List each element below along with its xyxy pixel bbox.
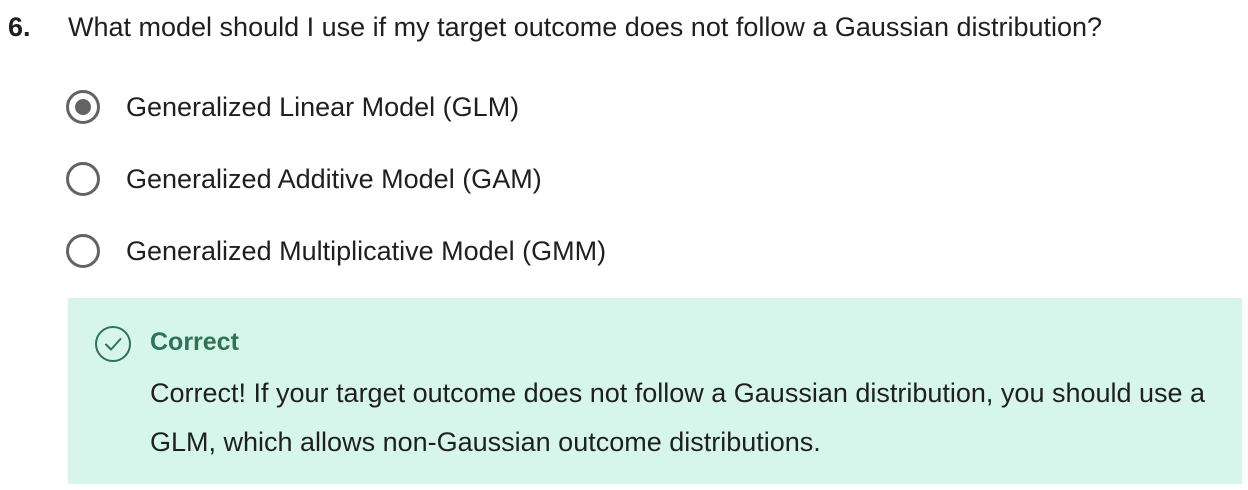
question-text: What model should I use if my target out… <box>68 12 1103 42</box>
feedback-message: Correct! If your target outcome does not… <box>150 378 1206 457</box>
question-number: 6. <box>8 12 31 42</box>
option-label: Generalized Multiplicative Model (GMM) <box>126 236 607 266</box>
option-label: Generalized Additive Model (GAM) <box>126 164 542 194</box>
radio-button[interactable] <box>66 162 100 196</box>
option-gam[interactable]: Generalized Additive Model (GAM) <box>66 156 606 202</box>
option-glm[interactable]: Generalized Linear Model (GLM) <box>66 84 606 130</box>
check-circle-icon <box>95 326 131 362</box>
feedback-panel: Correct Correct! If your target outcome … <box>68 298 1242 484</box>
option-gmm[interactable]: Generalized Multiplicative Model (GMM) <box>66 228 606 274</box>
option-label: Generalized Linear Model (GLM) <box>126 92 520 122</box>
feedback-title: Correct <box>150 328 239 356</box>
radio-button-selected[interactable] <box>66 90 100 124</box>
radio-button[interactable] <box>66 234 100 268</box>
quiz-question: 6. What model should I use if my target … <box>0 0 1248 490</box>
answer-options: Generalized Linear Model (GLM) Generaliz… <box>66 84 606 300</box>
